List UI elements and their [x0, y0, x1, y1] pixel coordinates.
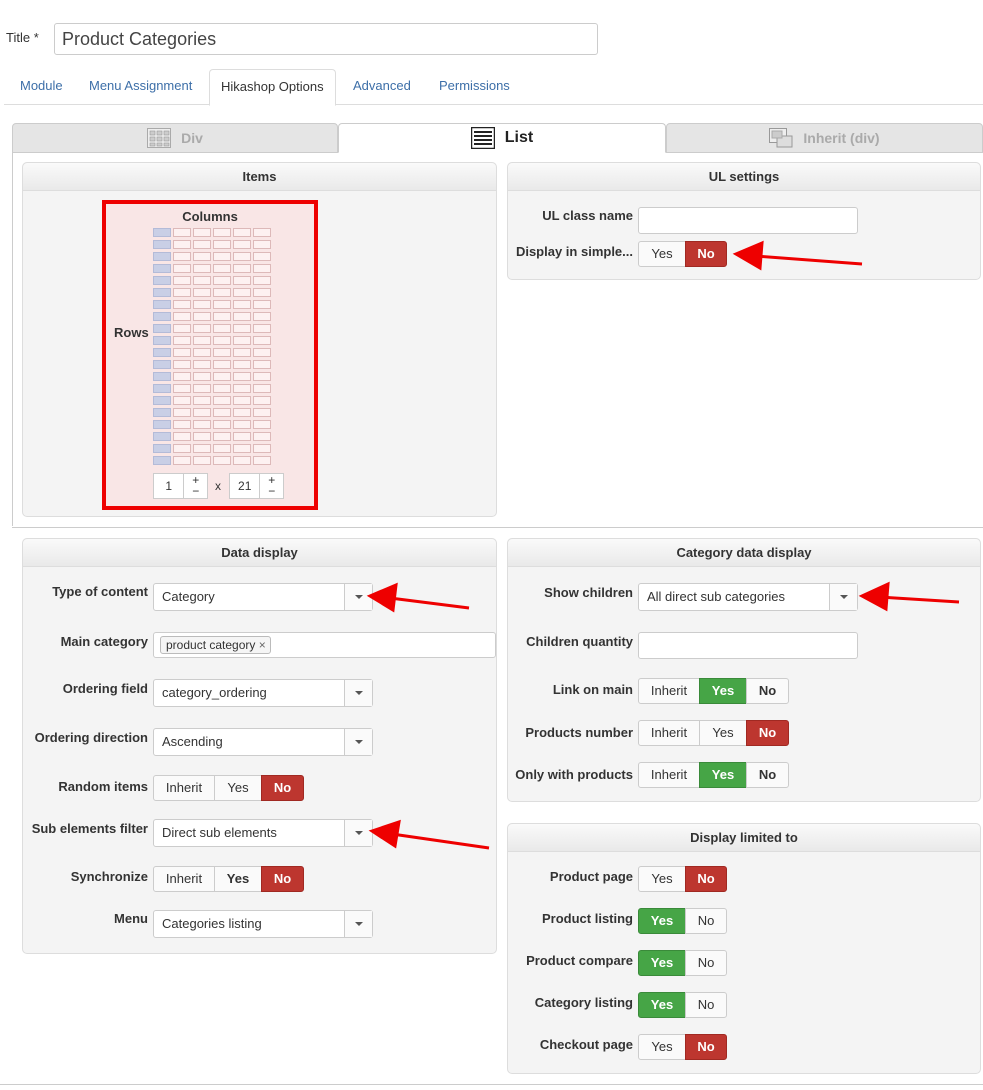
list-layout-icon: [470, 127, 495, 149]
annotation-arrows: [366, 240, 960, 850]
arrow-icon: [366, 240, 960, 850]
layout-tab-list[interactable]: List: [338, 123, 666, 153]
layout-tab-list-label: List: [504, 129, 534, 146]
